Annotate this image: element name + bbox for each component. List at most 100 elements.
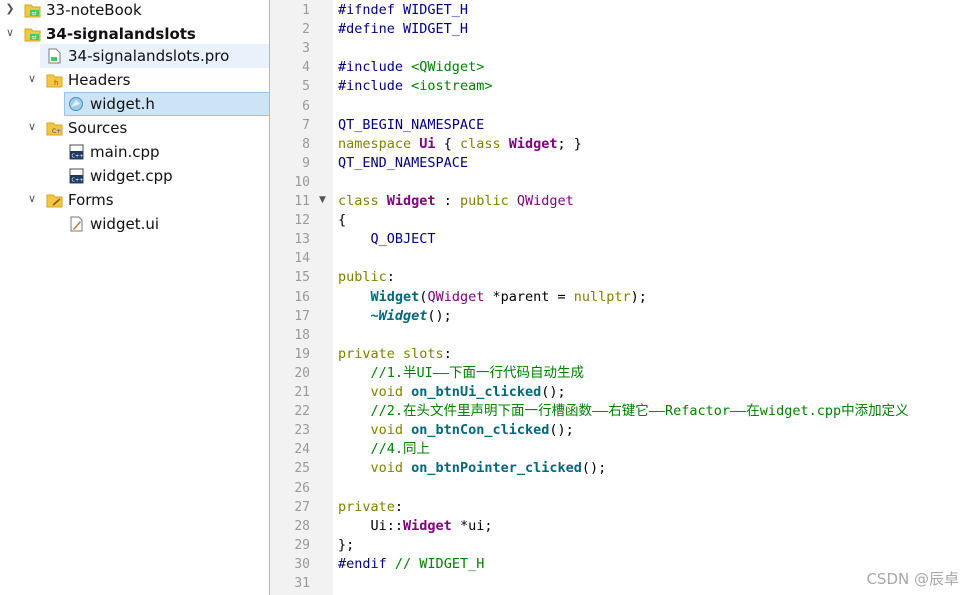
tree-item-widget-ui[interactable]: widget.ui <box>0 212 269 236</box>
tree-item-label: widget.ui <box>90 215 160 233</box>
code-line[interactable]: #include <iostream> <box>338 77 492 96</box>
line-number: 12 <box>294 213 310 229</box>
code-line[interactable]: //2.在头文件里声明下面一行槽函数——右键它——Refactor——在widg… <box>338 402 909 421</box>
line-number: 10 <box>294 174 310 190</box>
headers-folder-icon: h <box>46 72 63 88</box>
code-line[interactable]: #endif // WIDGET_H <box>338 555 484 574</box>
code-line[interactable]: }; <box>338 536 354 555</box>
tree-item-sources[interactable]: ∨ C+ Sources <box>0 116 269 140</box>
forms-folder-icon <box>46 192 63 208</box>
line-number: 29 <box>294 537 310 553</box>
line-number-gutter: 1 2 3 4 5 6 7 8 9 10 11 ▼ 12 13 14 15 16 17 18 19 20 21 22 23 24… <box>270 0 333 595</box>
project-tree: ❯ qt 33-noteBook ∨ qt 34-signalandslots … <box>0 0 270 595</box>
code-line[interactable]: class Widget : public QWidget <box>338 192 574 211</box>
code-line[interactable]: private slots: <box>338 345 452 364</box>
chevron-down-icon[interactable]: ∨ <box>25 119 39 135</box>
line-number: 23 <box>294 423 310 439</box>
cpp-file-icon: C++ <box>68 144 85 160</box>
line-number: 13 <box>294 232 310 248</box>
chevron-right-icon[interactable]: ❯ <box>3 1 17 17</box>
fold-arrow-icon[interactable]: ▼ <box>319 191 329 210</box>
line-number: 16 <box>294 289 310 305</box>
qt-project-icon: qt <box>24 2 41 18</box>
line-number: 6 <box>302 98 310 114</box>
code-line[interactable]: //1.半UI——下面一行代码自动生成 <box>338 364 585 383</box>
code-line[interactable]: void on_btnPointer_clicked(); <box>338 459 607 478</box>
pro-file-icon <box>46 48 63 64</box>
code-line[interactable]: namespace Ui { class Widget; } <box>338 135 582 154</box>
code-line[interactable]: { <box>338 211 346 230</box>
chevron-down-icon[interactable]: ∨ <box>25 191 39 207</box>
line-number: 18 <box>294 327 310 343</box>
line-number: 19 <box>294 346 310 362</box>
tree-item-label: Forms <box>68 191 114 209</box>
line-number: 24 <box>294 442 310 458</box>
svg-text:qt: qt <box>32 35 37 41</box>
tree-item-headers[interactable]: ∨ h Headers <box>0 68 269 92</box>
code-line[interactable]: #define WIDGET_H <box>338 20 468 39</box>
cpp-file-icon: C++ <box>68 168 85 184</box>
tree-item-label: 34-signalandslots.pro <box>68 47 230 65</box>
tree-item-33-notebook[interactable]: ❯ qt 33-noteBook <box>0 0 269 22</box>
tree-item-widget-cpp[interactable]: C++ widget.cpp <box>0 164 269 188</box>
svg-text:C++: C++ <box>72 154 84 160</box>
code-line[interactable]: Q_OBJECT <box>338 230 436 249</box>
tree-item-label: Sources <box>68 119 128 137</box>
line-number: 7 <box>302 117 310 133</box>
tree-item-label: 34-signalandslots <box>46 25 196 43</box>
tree-item-34-signalandslots[interactable]: ∨ qt 34-signalandslots <box>0 22 269 46</box>
ui-file-icon <box>68 216 85 232</box>
code-line[interactable]: #ifndef WIDGET_H <box>338 1 468 20</box>
watermark: CSDN @辰卓 <box>866 570 959 588</box>
line-number: 21 <box>294 385 310 400</box>
chevron-down-icon[interactable]: ∨ <box>3 25 17 41</box>
code-line[interactable]: Widget(QWidget *parent = nullptr); <box>338 288 647 307</box>
tree-item-label: Headers <box>68 71 131 89</box>
header-file-icon <box>68 96 85 112</box>
chevron-down-icon[interactable]: ∨ <box>25 71 39 87</box>
line-number: 30 <box>294 556 310 572</box>
line-number: 25 <box>294 461 310 477</box>
code-line[interactable]: QT_END_NAMESPACE <box>338 154 468 173</box>
tree-item-label: 33-noteBook <box>46 1 142 19</box>
line-number: 11 <box>294 194 310 209</box>
code-line[interactable]: private: <box>338 498 403 517</box>
svg-text:C+: C+ <box>52 128 61 135</box>
code-line[interactable]: //4.同上 <box>338 440 431 459</box>
tree-item-label: main.cpp <box>90 143 160 161</box>
line-number: 3 <box>302 41 310 57</box>
code-line[interactable]: ~Widget(); <box>338 307 452 326</box>
code-line[interactable]: QT_BEGIN_NAMESPACE <box>338 116 484 135</box>
line-number: 31 <box>294 576 310 591</box>
line-number: 14 <box>294 251 310 267</box>
line-number: 22 <box>294 404 310 420</box>
line-number: 2 <box>302 22 310 38</box>
code-line[interactable]: void on_btnUi_clicked(); <box>338 383 566 402</box>
line-number: 9 <box>302 155 310 171</box>
code-line[interactable]: void on_btnCon_clicked(); <box>338 421 574 440</box>
line-number: 5 <box>302 79 310 95</box>
tree-item-forms[interactable]: ∨ Forms <box>0 188 269 212</box>
svg-text:qt: qt <box>32 11 37 17</box>
code-line[interactable]: #include <QWidget> <box>338 58 484 77</box>
qt-project-icon: qt <box>24 26 41 42</box>
tree-item-widget-h[interactable]: widget.h <box>0 92 270 116</box>
line-number: 17 <box>294 308 310 324</box>
line-number: 20 <box>294 365 310 381</box>
code-line[interactable]: Ui::Widget *ui; <box>338 517 493 536</box>
sources-folder-icon: C+ <box>46 120 63 136</box>
line-number: 15 <box>294 270 310 286</box>
line-number: 27 <box>294 499 310 515</box>
svg-text:C++: C++ <box>72 178 84 184</box>
tree-item-label: widget.cpp <box>90 167 173 185</box>
tree-item-pro-file[interactable]: 34-signalandslots.pro <box>0 44 269 68</box>
line-number: 8 <box>302 136 310 152</box>
svg-text:h: h <box>54 79 58 87</box>
code-editor[interactable]: 1 2 3 4 5 6 7 8 9 10 11 ▼ 12 13 14 15 16 17 18 19 20 21 22 23 24… <box>270 0 971 595</box>
line-number: 4 <box>302 60 310 76</box>
code-line[interactable]: public: <box>338 268 395 287</box>
tree-item-main-cpp[interactable]: C++ main.cpp <box>0 140 269 164</box>
line-number: 28 <box>294 518 310 534</box>
line-number: 26 <box>294 480 310 496</box>
line-number: 1 <box>302 3 310 18</box>
